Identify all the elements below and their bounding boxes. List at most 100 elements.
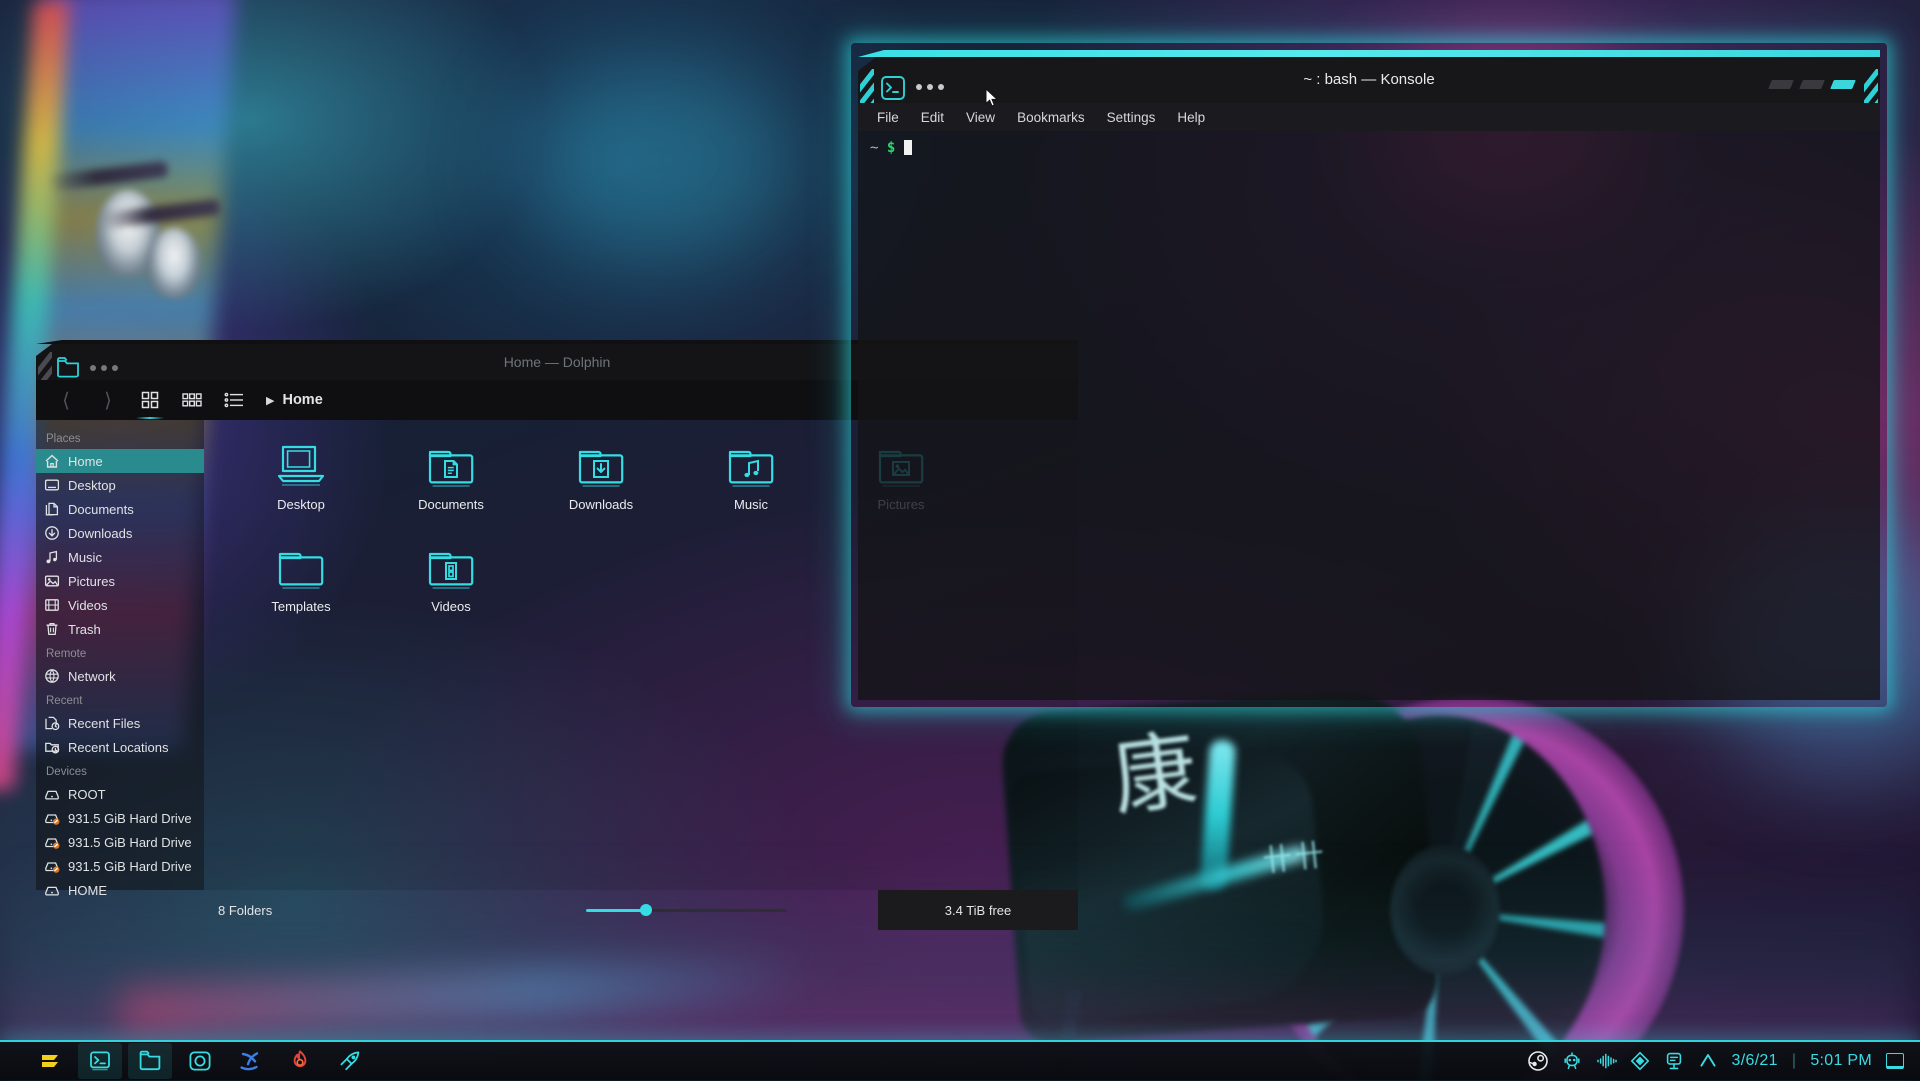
menu-help[interactable]: Help	[1168, 107, 1214, 128]
home-icon	[44, 453, 60, 469]
places-item-label: Downloads	[68, 526, 132, 541]
konsole-menubar[interactable]: FileEditViewBookmarksSettingsHelp	[858, 103, 1880, 131]
taskbar[interactable]: 3/6/21 | 5:01 PM	[0, 1040, 1920, 1080]
places-item-931-5-gib-hard-drive[interactable]: 931.5 GiB Hard Drive	[36, 854, 204, 878]
terminal-output-area[interactable]: ~ $	[858, 131, 1880, 700]
harddrive-icon	[44, 786, 60, 802]
free-space-label: 3.4 TiB free	[878, 890, 1078, 930]
places-item-label: Music	[68, 550, 102, 565]
monitor-icon[interactable]	[1664, 1051, 1684, 1071]
clock-date[interactable]: 3/6/21	[1732, 1052, 1778, 1070]
wallpaper-neon-glow	[520, 60, 800, 260]
places-item-label: Network	[68, 669, 116, 684]
file-item[interactable]: Desktop	[226, 436, 376, 538]
clock-time[interactable]: 5:01 PM	[1810, 1052, 1872, 1070]
places-item-home[interactable]: Home	[36, 449, 204, 473]
file-label: Videos	[431, 599, 471, 614]
file-item[interactable]: Downloads	[526, 436, 676, 538]
konsole-task[interactable]	[78, 1043, 122, 1079]
menu-view[interactable]: View	[957, 107, 1004, 128]
konsole-titlebar[interactable]: ~ : bash — Konsole	[858, 57, 1880, 103]
places-item-pictures[interactable]: Pictures	[36, 569, 204, 593]
zoom-slider[interactable]	[586, 890, 786, 930]
forward-button[interactable]: ⟩	[88, 384, 128, 416]
diamond-icon[interactable]	[1630, 1051, 1650, 1071]
ksnip-task[interactable]	[228, 1043, 272, 1079]
folder-templates-icon	[273, 542, 329, 592]
zoom-slider-track[interactable]	[586, 909, 786, 912]
places-item-trash[interactable]: Trash	[36, 617, 204, 641]
places-item-recent-files[interactable]: Recent Files	[36, 711, 204, 735]
harddrive-badge-icon	[44, 834, 60, 850]
places-item-downloads[interactable]: Downloads	[36, 521, 204, 545]
places-item-931-5-gib-hard-drive[interactable]: 931.5 GiB Hard Drive	[36, 806, 204, 830]
breadcrumb[interactable]: ▶ Home	[266, 392, 323, 408]
file-label: Music	[734, 497, 768, 512]
close-button[interactable]	[1830, 80, 1856, 89]
back-button[interactable]: ⟨	[46, 384, 86, 416]
konsole-window[interactable]: ~ : bash — Konsole FileEditViewBookmarks…	[858, 50, 1880, 700]
window-controls[interactable]	[1770, 80, 1854, 89]
ninja-icon	[238, 1049, 262, 1073]
breadcrumb-separator-icon: ▶	[266, 394, 274, 407]
terminal-cursor	[904, 140, 912, 155]
breadcrumb-current[interactable]: Home	[282, 392, 322, 408]
telegram-task[interactable]	[328, 1043, 372, 1079]
file-item[interactable]: Documents	[376, 436, 526, 538]
folder-documents-icon	[423, 440, 479, 490]
places-item-music[interactable]: Music	[36, 545, 204, 569]
terminal-icon	[88, 1049, 112, 1073]
waveform-icon[interactable]	[1596, 1051, 1616, 1071]
wallpaper-street-lamp	[148, 228, 200, 298]
chevron-up-icon[interactable]	[1698, 1051, 1718, 1071]
harddrive-badge-icon	[44, 858, 60, 874]
clock-separator: |	[1792, 1052, 1796, 1070]
maximize-button[interactable]	[1799, 80, 1825, 89]
view-details-button[interactable]	[214, 384, 254, 416]
menu-file[interactable]: File	[868, 107, 908, 128]
places-item-videos[interactable]: Videos	[36, 593, 204, 617]
places-panel[interactable]: PlacesHomeDesktopDocumentsDownloadsMusic…	[36, 420, 204, 890]
menu-bookmarks[interactable]: Bookmarks	[1008, 107, 1094, 128]
recent-files-icon	[44, 715, 60, 731]
application-launcher[interactable]	[28, 1043, 72, 1079]
documents-icon	[44, 501, 60, 517]
places-item-label: Documents	[68, 502, 134, 517]
file-label: Documents	[418, 497, 484, 512]
zoom-slider-handle[interactable]	[640, 904, 652, 916]
menu-edit[interactable]: Edit	[912, 107, 953, 128]
taskbar-launchers[interactable]	[0, 1041, 372, 1081]
file-item[interactable]: Music	[676, 436, 826, 538]
places-item-931-5-gib-hard-drive[interactable]: 931.5 GiB Hard Drive	[36, 830, 204, 854]
places-header-recent: Recent	[36, 688, 204, 711]
steam-icon[interactable]	[1528, 1051, 1548, 1071]
view-icons-button[interactable]	[130, 384, 170, 416]
file-item[interactable]: Videos	[376, 538, 526, 640]
places-item-label: Trash	[68, 622, 101, 637]
places-header-devices: Devices	[36, 759, 204, 782]
zoom-slider-fill	[586, 909, 646, 912]
kde-launcher-icon	[38, 1049, 62, 1073]
file-manager-icon	[138, 1049, 162, 1073]
places-item-desktop[interactable]: Desktop	[36, 473, 204, 497]
firefox-task[interactable]	[278, 1043, 322, 1079]
dolphin-task[interactable]	[128, 1043, 172, 1079]
spectacle-task[interactable]	[178, 1043, 222, 1079]
places-item-root[interactable]: ROOT	[36, 782, 204, 806]
terminal-prompt-line: ~ $	[870, 139, 1868, 157]
robot-icon[interactable]	[1562, 1051, 1582, 1071]
places-item-network[interactable]: Network	[36, 664, 204, 688]
view-compact-button[interactable]	[172, 384, 212, 416]
show-desktop-button[interactable]	[1886, 1053, 1904, 1069]
file-item[interactable]: Templates	[226, 538, 376, 640]
places-item-recent-locations[interactable]: Recent Locations	[36, 735, 204, 759]
konsole-accent-bar	[858, 50, 1880, 57]
system-tray[interactable]: 3/6/21 | 5:01 PM	[1528, 1041, 1920, 1081]
places-item-label: Desktop	[68, 478, 116, 493]
places-item-documents[interactable]: Documents	[36, 497, 204, 521]
minimize-button[interactable]	[1768, 80, 1794, 89]
rocket-icon	[338, 1049, 362, 1073]
file-label: Templates	[271, 599, 330, 614]
menu-settings[interactable]: Settings	[1098, 107, 1165, 128]
places-item-label: Recent Locations	[68, 740, 168, 755]
